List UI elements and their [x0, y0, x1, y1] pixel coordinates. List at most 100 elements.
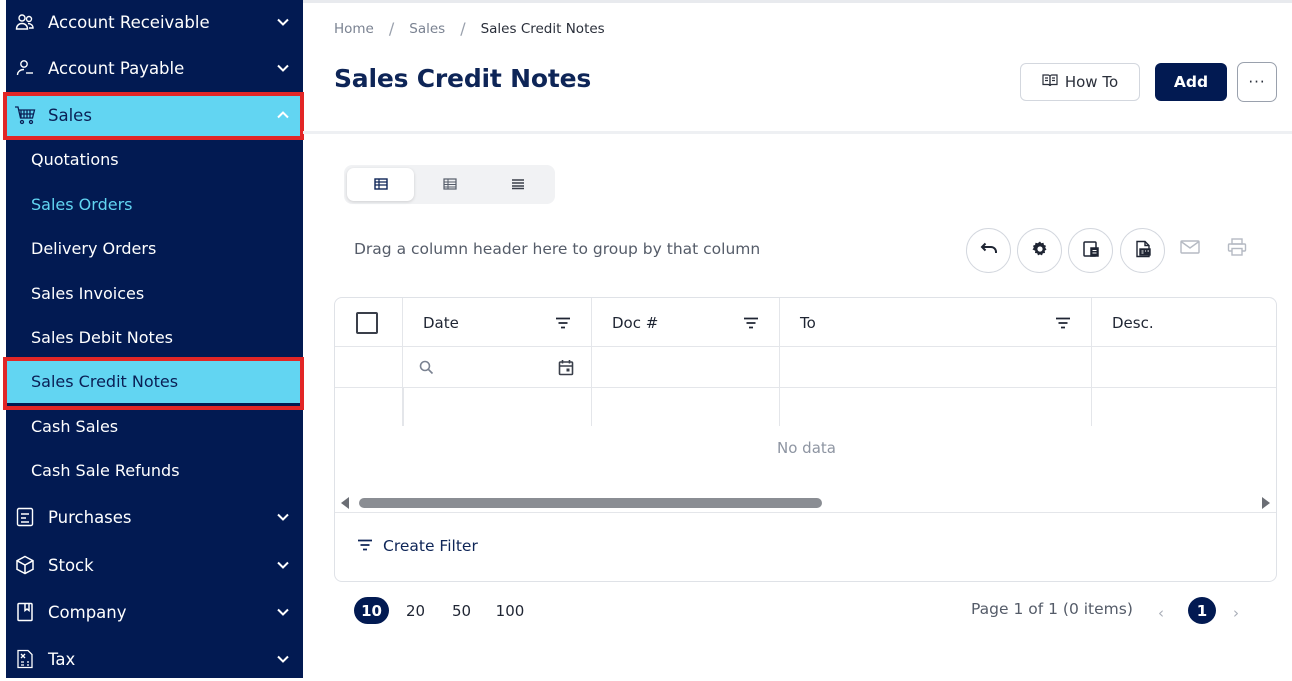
nav-group-label: Tax: [48, 649, 76, 669]
how-to-button[interactable]: How To: [1020, 63, 1140, 101]
breadcrumb: Home / Sales / Sales Credit Notes: [334, 19, 605, 38]
create-filter-label: Create Filter: [383, 537, 478, 555]
purchases-icon: [14, 506, 36, 528]
data-grid: Date Doc # To Desc. No data Create Filte…: [334, 297, 1277, 582]
undo-button[interactable]: [966, 228, 1011, 273]
chevron-down-icon: [273, 12, 293, 32]
column-header-date[interactable]: Date: [403, 298, 591, 347]
sidebar-item-cash-sales[interactable]: Cash Sales: [6, 404, 303, 448]
horizontal-scrollbar-thumb[interactable]: [359, 498, 822, 508]
nav-account-receivable[interactable]: Account Receivable: [6, 0, 303, 44]
nav-stock[interactable]: Stock: [6, 543, 303, 587]
sales-cart-icon: [14, 104, 36, 126]
next-page-button[interactable]: ›: [1233, 604, 1239, 622]
nav-company[interactable]: Company: [6, 590, 303, 634]
header-divider: [303, 131, 1292, 134]
nav-group-label: Account Receivable: [48, 12, 210, 32]
sidebar-item-sales-credit-notes[interactable]: Sales Credit Notes: [6, 359, 303, 403]
view-mode-toggle: [344, 165, 555, 204]
chevron-down-icon: [273, 649, 293, 669]
column-header-label: Desc.: [1112, 313, 1154, 332]
nav-sales[interactable]: Sales: [6, 93, 303, 137]
top-divider: [303, 0, 1292, 3]
create-filter-button[interactable]: Create Filter: [357, 537, 478, 555]
nav-group-label: Stock: [48, 555, 94, 575]
view-table-option[interactable]: [416, 168, 483, 201]
column-header-to[interactable]: To: [780, 298, 1091, 347]
more-options-button[interactable]: ···: [1237, 62, 1277, 102]
compact-view-icon: [511, 175, 525, 194]
group-panel-hint: Drag a column header here to group by th…: [354, 240, 761, 258]
sidebar-item-quotations[interactable]: Quotations: [6, 137, 303, 181]
sidebar-item-delivery-orders[interactable]: Delivery Orders: [6, 226, 303, 270]
breadcrumb-separator: /: [388, 19, 395, 38]
nav-group-label: Purchases: [48, 507, 132, 527]
export-pdf-icon: [1134, 240, 1152, 262]
sidebar: Account Receivable Account Payable Sales…: [0, 0, 304, 681]
filter-icon[interactable]: [555, 317, 571, 329]
column-header-label: Date: [423, 313, 459, 332]
page-size-10[interactable]: 10: [354, 597, 389, 624]
chevron-down-icon: [273, 555, 293, 575]
book-open-icon: [1042, 73, 1058, 91]
print-icon[interactable]: [1226, 236, 1248, 258]
tax-calculator-icon: [14, 648, 36, 670]
stock-box-icon: [14, 554, 36, 576]
column-header-doc-number[interactable]: Doc #: [592, 298, 779, 347]
grid-header-row: Date Doc # To Desc.: [335, 298, 1276, 347]
scroll-right-arrow[interactable]: [1262, 497, 1270, 509]
calendar-icon[interactable]: [558, 359, 574, 380]
breadcrumb-home[interactable]: Home: [334, 21, 374, 37]
nav-purchases[interactable]: Purchases: [6, 495, 303, 539]
column-header-label: To: [800, 313, 816, 332]
grid-footer-divider: [335, 512, 1276, 513]
page-size-100[interactable]: 100: [492, 597, 528, 624]
undo-icon: [980, 241, 998, 260]
column-divider: [402, 388, 404, 426]
sidebar-item-sales-orders[interactable]: Sales Orders: [6, 182, 303, 226]
column-divider: [591, 298, 592, 426]
sidebar-item-cash-sale-refunds[interactable]: Cash Sale Refunds: [6, 448, 303, 492]
settings-button[interactable]: [1017, 228, 1062, 273]
view-list-option[interactable]: [347, 168, 414, 201]
nav-group-label: Account Payable: [48, 58, 185, 78]
add-button[interactable]: Add: [1155, 63, 1227, 101]
nav-tax[interactable]: Tax: [6, 637, 303, 681]
page-size-20[interactable]: 20: [401, 597, 430, 624]
no-data-message: No data: [777, 439, 836, 457]
company-book-icon: [14, 601, 36, 623]
filter-icon[interactable]: [743, 317, 759, 329]
account-receivable-icon: [14, 11, 36, 33]
chevron-down-icon: [273, 507, 293, 527]
chevron-down-icon: [273, 58, 293, 78]
column-divider: [1091, 298, 1092, 426]
nav-group-label: Company: [48, 602, 127, 622]
account-payable-icon: [14, 57, 36, 79]
page-size-50[interactable]: 50: [447, 597, 476, 624]
page-number-current[interactable]: 1: [1188, 597, 1216, 624]
column-header-label: Doc #: [612, 313, 659, 332]
sidebar-item-sales-invoices[interactable]: Sales Invoices: [6, 271, 303, 315]
page-title: Sales Credit Notes: [334, 64, 592, 93]
export-excel-button[interactable]: [1068, 228, 1113, 273]
column-header-description[interactable]: Desc.: [1092, 298, 1276, 347]
breadcrumb-current: Sales Credit Notes: [480, 20, 605, 37]
breadcrumb-sales[interactable]: Sales: [409, 21, 445, 37]
settings-gear-icon: [1031, 240, 1049, 262]
prev-page-button[interactable]: ‹: [1158, 604, 1164, 622]
select-all-checkbox[interactable]: [356, 312, 378, 334]
nav-group-label: Sales: [48, 105, 92, 125]
filter-icon: [357, 537, 373, 555]
sidebar-item-sales-debit-notes[interactable]: Sales Debit Notes: [6, 315, 303, 359]
export-excel-icon: [1082, 240, 1100, 262]
scroll-left-arrow[interactable]: [341, 497, 349, 509]
list-view-icon: [373, 175, 388, 194]
filter-icon[interactable]: [1055, 317, 1071, 329]
page-info: Page 1 of 1 (0 items): [971, 600, 1133, 618]
grid-filter-row: [335, 347, 1276, 388]
email-icon[interactable]: [1179, 236, 1201, 258]
how-to-label: How To: [1064, 73, 1119, 91]
nav-account-payable[interactable]: Account Payable: [6, 46, 303, 90]
export-pdf-button[interactable]: [1120, 228, 1165, 273]
view-compact-option[interactable]: [484, 168, 551, 201]
